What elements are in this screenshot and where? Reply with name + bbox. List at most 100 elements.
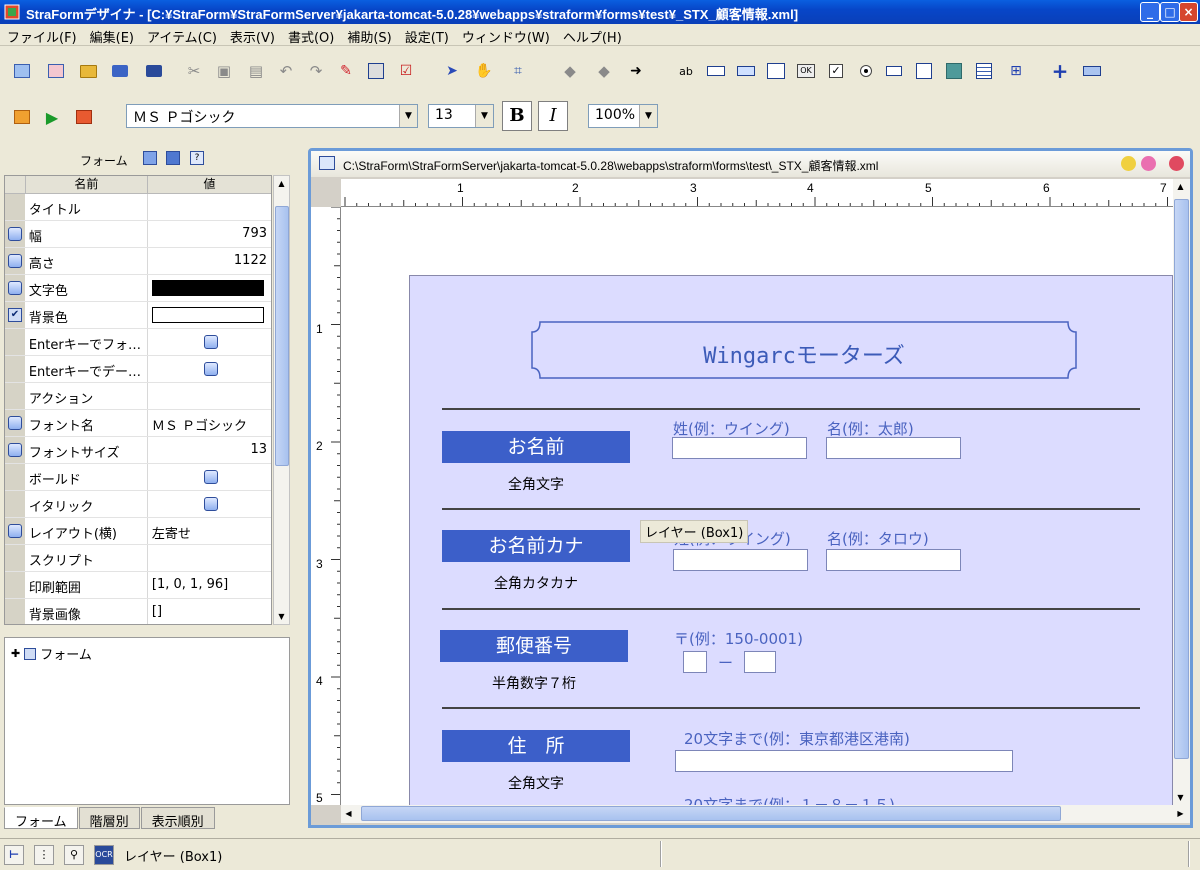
toggle-icon[interactable] [203, 497, 218, 511]
maximize-button[interactable]: □ [1160, 2, 1180, 22]
ocr-icon[interactable]: OCR [94, 845, 114, 865]
scroll-thumb[interactable] [361, 806, 1061, 821]
tab-form[interactable]: フォーム [4, 807, 78, 830]
bold-button[interactable]: B [502, 101, 532, 131]
tab-hierarchy[interactable]: 階層別 [78, 807, 140, 830]
design-canvas[interactable]: Wingarcモーターズ お名前 全角文字 姓(例：ウイング) 名(例：太郎) … [341, 207, 1173, 805]
layer-icon[interactable]: ⌗ [508, 61, 528, 81]
property-row[interactable]: 文字色 [5, 275, 271, 302]
menu-assist[interactable]: 補助(S) [340, 24, 397, 46]
form-icon[interactable] [143, 151, 157, 165]
minimize-icon[interactable] [1121, 156, 1136, 171]
canvas-hscrollbar[interactable]: ◀ ▶ [341, 805, 1190, 823]
line-icon[interactable]: ⊢ [4, 845, 24, 865]
grid-icon[interactable]: ⋮ [34, 845, 54, 865]
property-row[interactable]: ボールド [5, 464, 271, 491]
form-page[interactable]: Wingarcモーターズ お名前 全角文字 姓(例：ウイング) 名(例：太郎) … [409, 275, 1173, 805]
redo-icon[interactable]: ↷ [306, 61, 326, 81]
property-row[interactable]: フォント名 ＭＳ Ｐゴシック [5, 410, 271, 437]
property-row[interactable]: スクリプト [5, 545, 271, 572]
chevron-down-icon[interactable]: ▼ [639, 105, 657, 127]
menu-window[interactable]: ウィンドウ(W) [455, 24, 556, 46]
new-window-icon[interactable] [46, 61, 66, 81]
hand-icon[interactable]: ✋ [474, 61, 494, 81]
scroll-down-icon[interactable]: ▼ [274, 609, 289, 624]
style-icon[interactable] [166, 151, 180, 165]
save-icon[interactable] [110, 61, 130, 81]
eyedropper-icon[interactable]: ✎ [336, 61, 356, 81]
button-tool-icon[interactable]: OK [796, 61, 816, 81]
new-icon[interactable] [12, 61, 32, 81]
scroll-thumb[interactable] [275, 206, 289, 466]
textfield-tool-icon[interactable] [706, 61, 726, 81]
scroll-down-icon[interactable]: ▼ [1173, 790, 1188, 805]
check-grid-icon[interactable]: ☑ [396, 61, 416, 81]
scroll-up-icon[interactable]: ▲ [1173, 179, 1188, 194]
upload-icon[interactable] [74, 107, 94, 127]
close-icon[interactable] [1169, 156, 1184, 171]
property-row[interactable]: レイアウト(横) 左寄せ [5, 518, 271, 545]
box-tool-icon[interactable] [766, 61, 786, 81]
copy-icon[interactable]: ▣ [214, 61, 234, 81]
property-row[interactable]: Enterキーでフォ… [5, 329, 271, 356]
postal-field-1[interactable] [683, 651, 707, 673]
property-row[interactable]: イタリック [5, 491, 271, 518]
property-scrollbar[interactable]: ▲ ▼ [273, 175, 290, 625]
scroll-right-icon[interactable]: ▶ [1173, 806, 1188, 821]
toggle-icon[interactable] [203, 470, 218, 484]
cut-icon[interactable]: ✂ [184, 61, 204, 81]
print-icon[interactable] [144, 61, 164, 81]
property-row[interactable]: 高さ 1122 [5, 248, 271, 275]
toggle-icon[interactable] [203, 362, 218, 376]
radio-tool-icon[interactable] [856, 61, 876, 81]
toggle-icon[interactable] [203, 335, 218, 349]
menu-item[interactable]: アイテム(C) [140, 24, 223, 46]
text-color-swatch[interactable] [151, 280, 264, 296]
numfield-tool-icon[interactable] [736, 61, 756, 81]
property-row[interactable]: 印刷範囲 [1, 0, 1, 96] [5, 572, 271, 599]
property-row[interactable]: ✔ 背景色 [5, 302, 271, 329]
expand-icon[interactable]: ✚ [11, 647, 20, 660]
scroll-left-icon[interactable]: ◀ [341, 806, 356, 821]
label-tool-icon[interactable]: ab [676, 61, 696, 81]
tree-node-form[interactable]: ✚ フォーム [11, 644, 92, 663]
bg-color-swatch[interactable] [151, 307, 264, 323]
list-tool-icon[interactable] [974, 61, 994, 81]
zoom-select[interactable]: 100% ▼ [588, 104, 658, 128]
run-icon[interactable]: ▶ [42, 107, 62, 127]
tab-order[interactable]: 表示順別 [140, 807, 215, 830]
undo-icon[interactable]: ↶ [276, 61, 296, 81]
scroll-up-icon[interactable]: ▲ [274, 176, 289, 191]
font-size-select[interactable]: 13 ▼ [428, 104, 494, 128]
menu-settings[interactable]: 設定(T) [398, 24, 455, 46]
property-row[interactable]: アクション [5, 383, 271, 410]
table-tool-icon[interactable] [914, 61, 934, 81]
chevron-down-icon[interactable]: ▼ [399, 105, 417, 127]
tree-tool-icon[interactable]: ⊞ [1006, 61, 1026, 81]
menu-edit[interactable]: 編集(E) [83, 24, 140, 46]
property-row[interactable]: 背景画像[] [5, 599, 271, 624]
align-icon[interactable] [366, 61, 386, 81]
checkbox-tool-icon[interactable]: ✓ [826, 61, 846, 81]
property-row[interactable]: フォントサイズ 13 [5, 437, 271, 464]
pointer-icon[interactable]: ➤ [442, 61, 462, 81]
close-button[interactable]: × [1179, 2, 1198, 22]
zoom-icon[interactable]: ⚲ [64, 845, 84, 865]
address-field[interactable] [675, 750, 1013, 772]
scroll-thumb[interactable] [1174, 199, 1189, 759]
users-icon[interactable]: ◆ [594, 61, 614, 81]
italic-button[interactable]: I [538, 101, 568, 131]
menu-file[interactable]: ファイル(F) [0, 24, 83, 46]
postal-field-2[interactable] [744, 651, 776, 673]
user-icon[interactable]: ◆ [560, 61, 580, 81]
last-kana-field[interactable] [673, 549, 808, 571]
chevron-down-icon[interactable]: ▼ [475, 105, 493, 127]
help-icon[interactable]: ? [190, 151, 204, 165]
image-tool-icon[interactable] [944, 61, 964, 81]
menu-view[interactable]: 表示(V) [223, 24, 281, 46]
canvas-vscrollbar[interactable]: ▲ ▼ [1173, 179, 1190, 805]
minimize-button[interactable]: _ [1140, 2, 1160, 22]
menu-help[interactable]: ヘルプ(H) [556, 24, 628, 46]
last-name-field[interactable] [672, 437, 807, 459]
font-name-select[interactable]: ＭＳ Ｐゴシック ▼ [126, 104, 418, 128]
